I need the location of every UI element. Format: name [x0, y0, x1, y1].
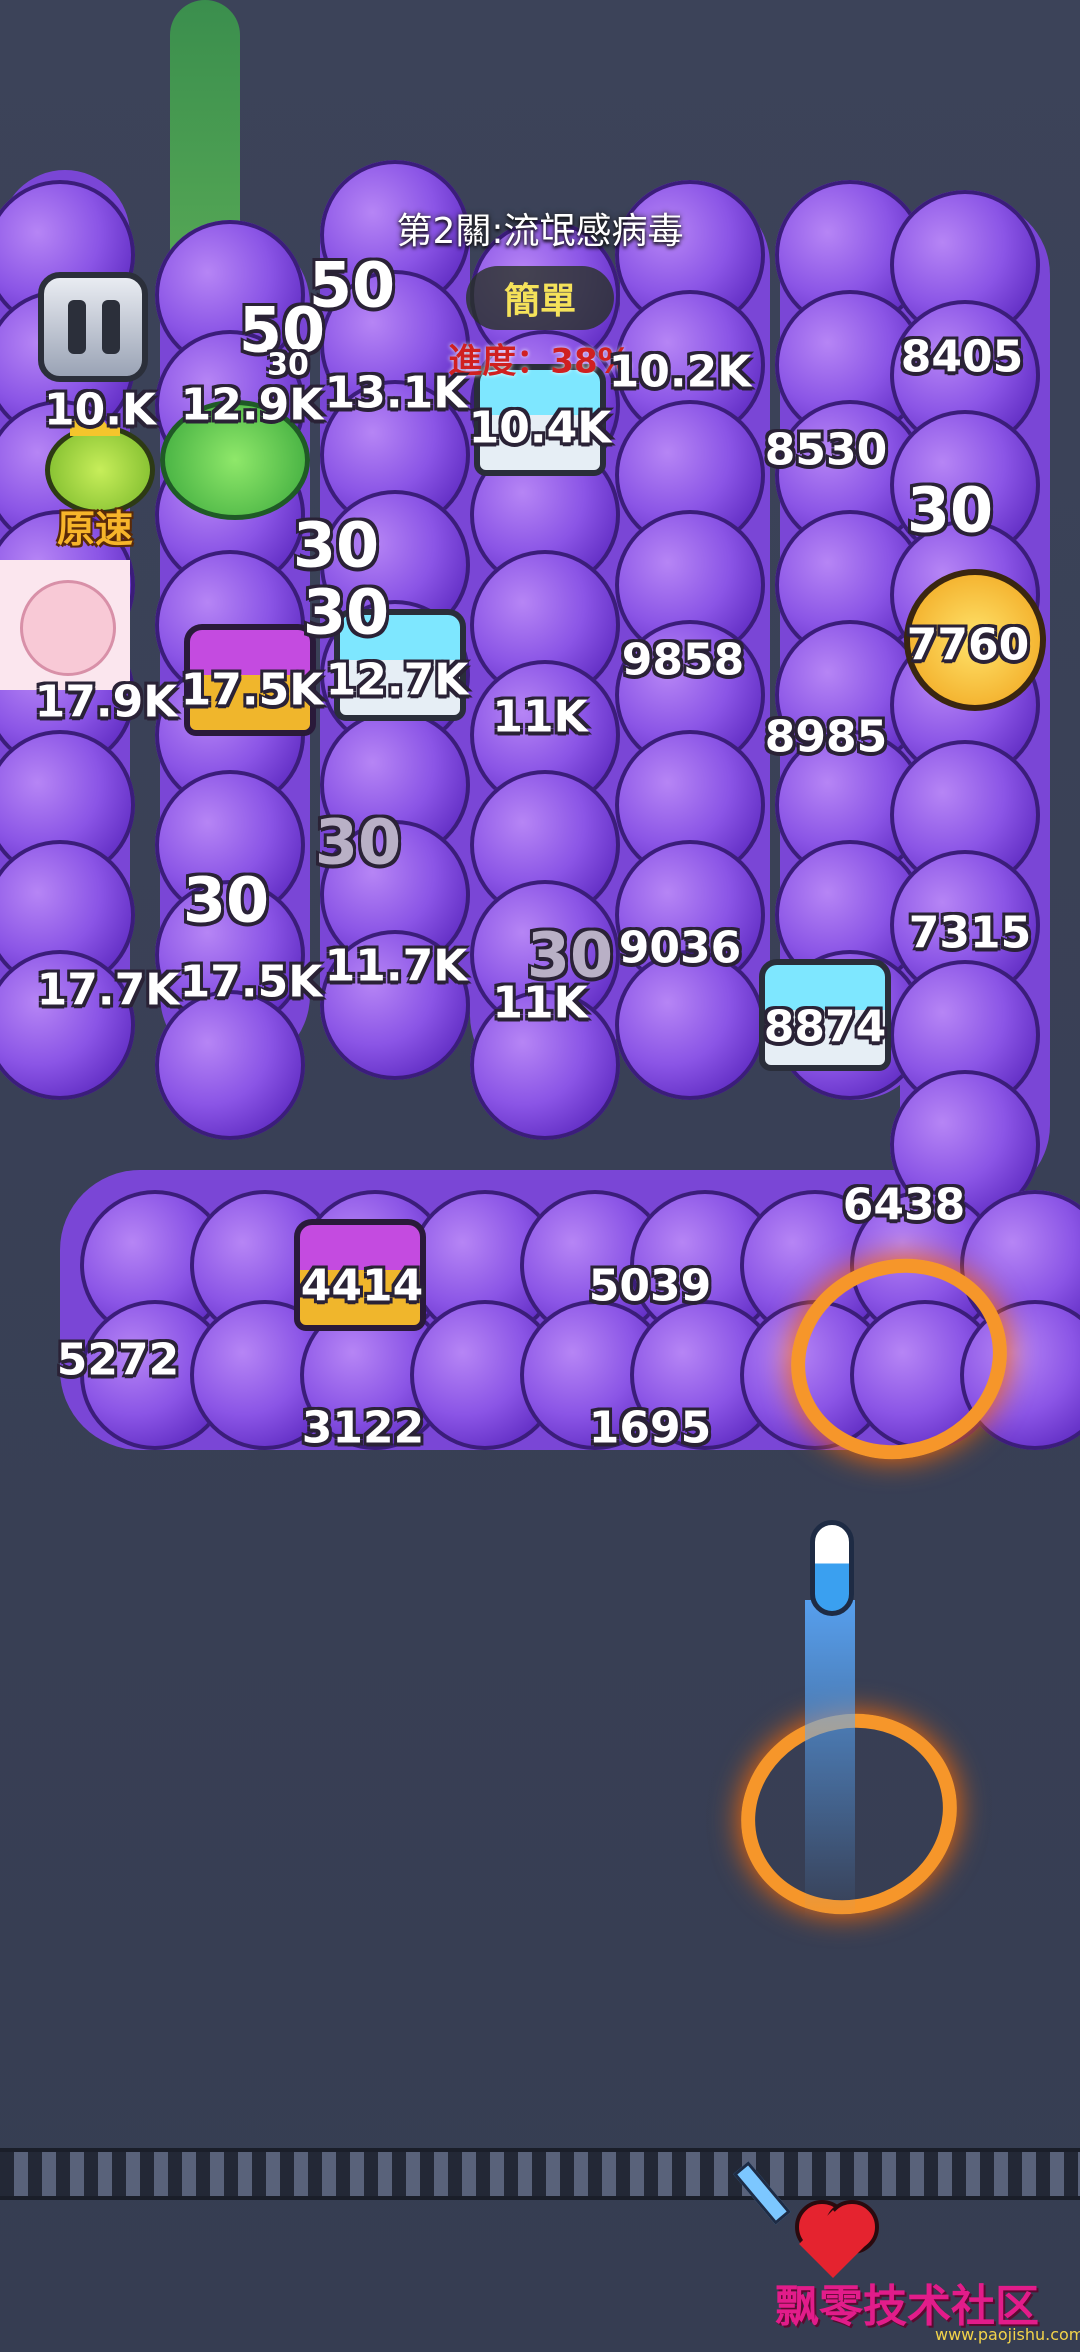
- damage-number: 30: [182, 863, 270, 937]
- hp-number: 5272: [56, 1334, 180, 1386]
- hp-number: 17.9K: [34, 676, 178, 728]
- damage-number: 30: [302, 575, 390, 649]
- pause-icon: [68, 300, 122, 354]
- damage-number: 30: [292, 508, 380, 582]
- hp-number: 8405: [900, 331, 1024, 383]
- barbed-wire-fence: [0, 2148, 1080, 2200]
- hp-number: 10.2K: [608, 346, 752, 398]
- hp-number: 13.1K: [324, 367, 468, 419]
- pink-character-sticker: [0, 560, 130, 690]
- damage-number: 30: [526, 918, 614, 992]
- damage-number: 30: [906, 473, 994, 547]
- hp-number: 17.7K: [36, 964, 180, 1016]
- damage-number: 30: [267, 347, 309, 383]
- hp-number: 8985: [764, 711, 888, 763]
- hp-number: 5039: [588, 1260, 712, 1312]
- hp-number: 8530: [764, 424, 888, 476]
- hp-number: 7760: [906, 619, 1030, 671]
- heart-player-icon: [795, 2200, 879, 2278]
- hp-number: 11K: [492, 691, 588, 743]
- hp-number: 9858: [621, 634, 745, 686]
- hp-number: 17.5K: [180, 664, 324, 716]
- hp-number: 10.4K: [468, 402, 612, 454]
- difficulty-label: 簡單: [503, 281, 577, 322]
- progress-label: 進度：38%: [448, 341, 632, 382]
- hp-number: 7315: [908, 907, 1032, 959]
- hp-number: 12.9K: [180, 379, 324, 431]
- hp-number: 4414: [300, 1260, 424, 1312]
- level-title: 第2關:流氓感病毒: [396, 211, 684, 252]
- hp-number: 10.K: [43, 384, 157, 436]
- watermark-url: www.paojishu.com: [935, 2325, 1080, 2344]
- hp-number: 1695: [588, 1402, 712, 1454]
- pill-projectile: [810, 1520, 854, 1616]
- hp-number: 17.5K: [179, 956, 323, 1008]
- difficulty-badge: 簡單: [465, 266, 615, 330]
- damage-number: 30: [314, 805, 402, 879]
- light-beam: [805, 1600, 855, 1920]
- hp-number: 12.7K: [325, 654, 469, 706]
- pause-button[interactable]: [38, 272, 148, 382]
- hp-number: 3122: [301, 1402, 425, 1454]
- hp-number: 6438: [842, 1179, 966, 1231]
- speed-label: 原速: [56, 507, 133, 551]
- hp-number: 8874: [763, 1001, 887, 1053]
- hp-number: 9036: [618, 922, 742, 974]
- hp-number: 11.7K: [324, 940, 468, 992]
